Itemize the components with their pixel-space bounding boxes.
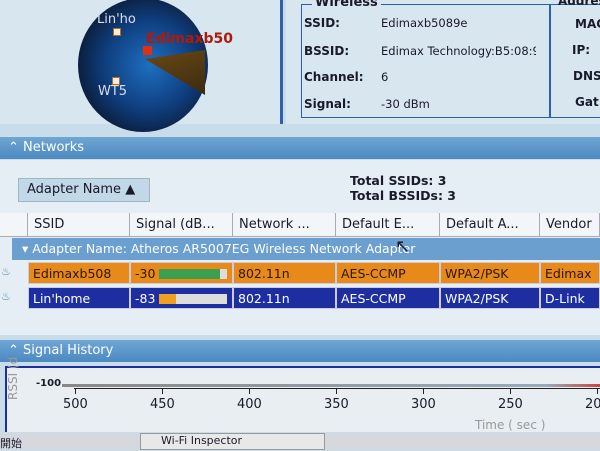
x-axis <box>74 388 600 389</box>
column-network[interactable]: Network ... <box>233 213 336 237</box>
cell-signal[interactable]: -83 <box>130 287 233 309</box>
taskbar-window-button[interactable]: Wi-Fi Inspector <box>140 433 325 450</box>
x-tick-label: 20 <box>585 397 600 412</box>
signal-value: -30 <box>135 266 156 281</box>
gateway-label: Gat <box>575 95 599 109</box>
ssid-value: Edimaxb5089e <box>381 16 468 30</box>
details-panel: Wireless SSID: Edimaxb5089e BSSID: Edima… <box>286 0 600 124</box>
y-axis-label: RSSI (d <box>6 356 20 400</box>
networks-title: Networks <box>23 140 85 155</box>
cell-auth[interactable]: WPA2/PSK <box>440 262 540 284</box>
adapter-group-row[interactable]: ▾ Adapter Name: Atheros AR5007EG Wireles… <box>12 238 600 260</box>
start-button[interactable]: 開始 <box>0 435 22 451</box>
x-tick-label: 500 <box>63 397 88 412</box>
dns-label: DNS <box>573 69 600 83</box>
group-label: Adapter Name: Atheros AR5007EG Wireless … <box>32 241 416 256</box>
column-vendor[interactable]: Vendor <box>540 213 600 237</box>
x-tick-label: 250 <box>498 397 523 412</box>
x-tick-mark <box>510 388 511 394</box>
cell-enc[interactable]: AES-CCMP <box>336 287 440 309</box>
wireless-title: Wireless <box>312 0 381 10</box>
column-ssid[interactable]: SSID <box>28 213 130 237</box>
ip-label: IP: <box>572 43 591 57</box>
cell-ssid[interactable]: Lin'home <box>28 287 130 309</box>
radar-label: Lin'ho <box>97 12 136 27</box>
cell-signal[interactable]: -30 <box>130 262 233 284</box>
signal-trace <box>62 384 600 387</box>
selected-network-dot[interactable] <box>143 46 152 55</box>
x-tick-label: 300 <box>411 397 436 412</box>
bssid-value: Edimax Technology:B5:08:9E <box>381 44 536 58</box>
taskbar: 開始 Wi-Fi Inspector <box>0 433 600 450</box>
x-tick-mark <box>597 388 598 394</box>
total-bssids: Total BSSIDs: 3 <box>350 188 456 203</box>
address-title: Address <box>558 0 600 8</box>
cell-vendor[interactable]: D-Link <box>540 287 600 309</box>
signal-history-header[interactable]: ⌃ Signal History <box>0 340 600 362</box>
cell-network[interactable]: 802.11n <box>233 287 336 309</box>
mouse-cursor-icon: ↖ <box>395 236 411 257</box>
x-tick-mark <box>75 388 76 394</box>
signal-history-title: Signal History <box>23 343 114 358</box>
x-tick-label: 450 <box>150 397 175 412</box>
radar-panel: Lin'ho Edimaxb50 WT5 <box>0 0 283 132</box>
network-icon: ♨ <box>1 265 11 278</box>
networks-header[interactable]: ⌃ Networks <box>0 137 600 159</box>
collapse-icon: ⌃ <box>8 140 24 155</box>
network-dot[interactable] <box>113 28 121 36</box>
signal-bar <box>159 294 227 304</box>
signal-bar <box>159 269 227 279</box>
radar-label: WT5 <box>98 84 128 99</box>
channel-value: 6 <box>381 70 389 84</box>
x-tick-mark <box>162 388 163 394</box>
collapse-icon: ⌃ <box>8 343 24 358</box>
signal-bar-fill <box>159 269 221 279</box>
signal-value: -30 dBm <box>381 97 430 111</box>
signal-value: -83 <box>135 291 156 306</box>
cell-auth[interactable]: WPA2/PSK <box>440 287 540 309</box>
y-tick: -100 <box>36 378 62 389</box>
x-axis-label: Time ( sec ) <box>475 418 546 432</box>
x-tick-label: 400 <box>237 397 262 412</box>
channel-label: Channel: <box>304 70 364 84</box>
x-tick-mark <box>423 388 424 394</box>
network-icon: ♨ <box>1 290 11 303</box>
x-tick-label: 350 <box>324 397 349 412</box>
header-spacer <box>0 213 28 237</box>
cell-ssid[interactable]: Edimaxb508 <box>28 262 130 284</box>
signal-bar-fill <box>159 294 176 304</box>
adapter-name-sort-button[interactable]: Adapter Name ▲ <box>18 178 150 202</box>
column-signal[interactable]: Signal (dB... <box>130 213 233 237</box>
total-ssids: Total SSIDs: 3 <box>350 173 447 188</box>
collapse-icon: ▾ <box>22 241 33 256</box>
column-encryption[interactable]: Default E... <box>336 213 440 237</box>
signal-label: Signal: <box>304 97 351 111</box>
cell-vendor[interactable]: Edimax T <box>540 262 600 303</box>
radar-label-selected: Edimaxb50 <box>146 31 233 47</box>
ssid-label: SSID: <box>304 16 340 30</box>
column-authentication[interactable]: Default A... <box>440 213 540 237</box>
x-tick-mark <box>336 388 337 394</box>
mac-label: MAC <box>575 17 600 31</box>
x-tick-mark <box>249 388 250 394</box>
cell-network[interactable]: 802.11n <box>233 262 336 284</box>
bssid-label: BSSID: <box>304 44 350 58</box>
cell-enc[interactable]: AES-CCMP <box>336 262 440 284</box>
